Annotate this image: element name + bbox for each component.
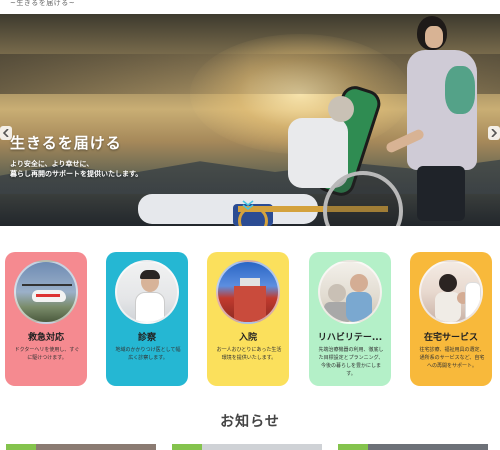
caregiver-head	[417, 16, 447, 50]
helicopter-rotor	[22, 284, 72, 286]
news-item-thumbnail[interactable]	[36, 444, 156, 450]
caregiver-face	[425, 26, 443, 48]
doctor-figure	[465, 282, 481, 322]
helicopter-stripe	[36, 294, 60, 297]
hero-wheelchair-figure	[138, 82, 418, 226]
service-card-consultation[interactable]: 診察 地域のかかりつけ医として幅広く診察します。	[106, 252, 188, 386]
hero-caregiver-figure	[384, 16, 483, 221]
building-body	[234, 286, 266, 322]
site-tagline: ~生きるを届ける~	[10, 0, 76, 7]
helicopter-photo	[14, 260, 78, 324]
elder-person-head	[328, 96, 354, 122]
service-card-hospitalization[interactable]: 入院 お一人おひとりにあった生活環境を提供いたします。	[207, 252, 289, 386]
double-chevron-down-icon[interactable]	[241, 200, 255, 211]
hospital-building-photo	[216, 260, 280, 324]
service-card-emergency[interactable]: 救急対応 ドクターヘリを使用し、すぐに駆けつけます。	[5, 252, 87, 386]
news-item-category-tag[interactable]	[338, 444, 368, 450]
caregiver-shirt-print	[445, 66, 475, 114]
hero-subtitle-line2: 暮らし再開のサポートを提供いたします。	[10, 170, 143, 178]
chevron-right-icon[interactable]	[488, 126, 500, 140]
service-desc: お一人おひとりにあった生活環境を提供いたします。	[216, 347, 282, 361]
service-desc: ドクターヘリを使用し、すぐに駆けつけます。	[14, 347, 80, 361]
news-item-category-tag[interactable]	[172, 444, 202, 450]
rehab-photo	[318, 260, 382, 324]
top-bar: ~生きるを届ける~	[0, 0, 500, 14]
doctor-hair	[140, 270, 160, 279]
service-desc: 往宅診療、福祉用具の選定、通所系のサービスなど、自宅への再開をサポート。	[419, 347, 485, 369]
service-title: リハビリテー...	[317, 333, 383, 343]
news-item-category-tag[interactable]	[6, 444, 36, 450]
service-desc: 地域のかかりつけ医として幅広く診察します。	[115, 347, 181, 361]
doctor-photo	[115, 260, 179, 324]
caregiver-legs	[417, 166, 465, 221]
hero-title: 生きるを届ける	[10, 134, 122, 152]
service-card-home-care[interactable]: 在宅サービス 往宅診療、福祉用具の選定、通所系のサービスなど、自宅への再開をサポ…	[410, 252, 492, 386]
hero-slider[interactable]: 生きるを届ける より安全に、より幸せに、 暮らし再開のサポートを提供いたします。	[0, 14, 500, 226]
service-card-rehabilitation[interactable]: リハビリテー... 先端治療機器の利用、徹底した目標設定とプランニング、今後の暮…	[309, 252, 391, 386]
therapist-head	[350, 274, 368, 292]
mother-head	[439, 274, 457, 292]
patient-head	[328, 284, 346, 302]
hero-subtitle: より安全に、より幸せに、 暮らし再開のサポートを提供いたします。	[10, 159, 142, 179]
home-care-photo	[419, 260, 483, 324]
service-title: 救急対応	[27, 333, 64, 343]
news-item-thumbnail[interactable]	[202, 444, 322, 450]
service-desc: 先端治療機器の利用、徹底した目標設定とプランニング、今後の暮らしを豊かにします。	[318, 347, 384, 377]
service-cards: 救急対応 ドクターヘリを使用し、すぐに駆けつけます。 診察 地域のかかりつけ医と…	[0, 252, 500, 388]
news-heading: お知らせ	[220, 414, 280, 430]
service-title: 診察	[137, 333, 156, 343]
therapist-body	[346, 292, 372, 322]
service-title: 入院	[238, 333, 257, 343]
service-title: 在宅サービス	[423, 333, 478, 343]
doctor-coat	[135, 292, 165, 322]
hero-subtitle-line1: より安全に、より幸せに、	[10, 160, 94, 168]
news-item-thumbnail[interactable]	[368, 444, 488, 450]
